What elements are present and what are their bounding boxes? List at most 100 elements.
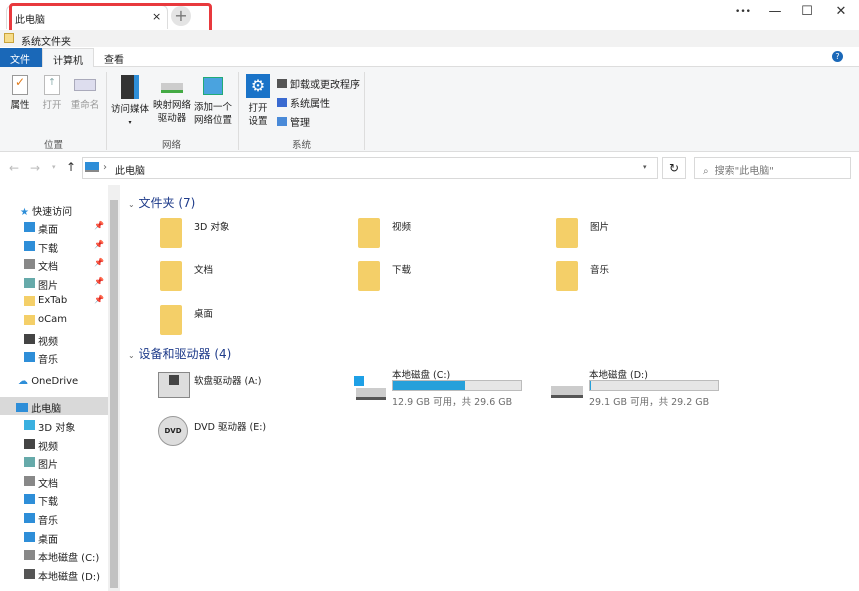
folder-label: 3D 对象 — [194, 222, 230, 233]
system-properties-button[interactable]: 系统属性 — [277, 95, 330, 110]
nav-quick-item[interactable]: 图片 📌 — [0, 274, 108, 292]
drive-space-text: 29.1 GB 可用，共 29.2 GB — [589, 397, 710, 408]
folder-item[interactable]: 音乐 — [554, 259, 704, 295]
nav-pc-item[interactable]: 音乐 — [0, 509, 108, 527]
add-network-location-button[interactable]: 添加一个 网络位置 — [193, 75, 233, 127]
search-icon: ⌕ — [703, 166, 709, 177]
drive-floppy[interactable]: 软盘驱动器 (A:) — [156, 370, 356, 406]
drive-label: 本地磁盘 (C:) — [392, 370, 451, 381]
folder-item[interactable]: 视频 — [356, 216, 506, 252]
pin-icon[interactable]: 📌 — [94, 295, 104, 304]
search-input[interactable]: ⌕ 搜索"此电脑" — [694, 157, 851, 179]
item-icon — [24, 438, 35, 449]
pin-icon[interactable]: 📌 — [94, 240, 104, 249]
pin-icon[interactable]: 📌 — [94, 258, 104, 267]
nav-pc-item[interactable]: 本地磁盘 (C:) — [0, 546, 108, 564]
drive-usage-fill — [393, 381, 466, 390]
back-button[interactable]: ← — [9, 161, 19, 175]
windows-logo-icon — [354, 376, 364, 386]
breadcrumb-this-pc[interactable]: 此电脑 — [115, 162, 145, 177]
pin-icon[interactable]: 📌 — [94, 277, 104, 286]
close-window-button[interactable]: ✕ — [826, 4, 856, 19]
pin-icon[interactable]: 📌 — [94, 221, 104, 230]
nav-this-pc[interactable]: 此电脑 — [0, 397, 108, 415]
drive-c[interactable]: 本地磁盘 (C:) 12.9 GB 可用，共 29.6 GB — [352, 366, 532, 408]
folders-section-header[interactable]: ⌄ 文件夹 (7) — [128, 194, 195, 211]
drive-label: 本地磁盘 (D:) — [589, 370, 648, 381]
item-icon — [24, 277, 35, 288]
system-properties-icon — [277, 98, 287, 107]
media-icon — [121, 75, 139, 99]
folder-label: 视频 — [392, 222, 412, 233]
folder-item[interactable]: 桌面 — [158, 303, 308, 339]
help-icon[interactable]: ? — [832, 51, 843, 62]
item-icon — [24, 568, 35, 579]
breadcrumb-chevron: › — [103, 162, 107, 173]
tab-view[interactable]: 查看 — [94, 48, 134, 67]
uninstall-program-button[interactable]: 卸载或更改程序 — [277, 76, 360, 91]
nav-pc-item[interactable]: 3D 对象 — [0, 416, 108, 434]
folder-label: 桌面 — [194, 309, 214, 320]
network-location-icon — [203, 77, 223, 95]
access-media-button[interactable]: 访问媒体 ▾ — [110, 75, 150, 129]
minimize-button[interactable]: — — [760, 4, 790, 19]
folder-icon — [556, 261, 578, 291]
nav-quick-item[interactable]: oCam — [0, 311, 108, 329]
more-button[interactable]: ••• — [728, 7, 758, 17]
tab-file[interactable]: 文件 — [0, 48, 42, 67]
item-icon — [24, 494, 35, 505]
ribbon-tabs: 文件 计算机 查看 ? — [0, 48, 859, 67]
folder-item[interactable]: 3D 对象 — [158, 216, 308, 252]
hard-drive-icon — [551, 386, 583, 398]
floppy-drive-icon — [158, 372, 190, 398]
drive-usage-bar — [392, 380, 522, 391]
map-network-drive-button[interactable]: 映射网络 驱动器 — [152, 75, 192, 125]
dvd-drive-icon: DVD — [158, 416, 188, 446]
folder-item[interactable]: 文档 — [158, 259, 308, 295]
drive-dvd[interactable]: DVD DVD 驱动器 (E:) — [156, 414, 356, 450]
folder-icon — [160, 218, 182, 248]
nav-pc-item[interactable]: 文档 — [0, 472, 108, 490]
up-button[interactable]: ↑ — [66, 160, 76, 174]
open-settings-button[interactable]: ⚙ 打开 设置 — [244, 74, 272, 128]
nav-onedrive[interactable]: ☁ OneDrive — [0, 373, 108, 391]
folder-icon — [4, 33, 14, 43]
nav-quick-item[interactable]: 文档 📌 — [0, 255, 108, 273]
nav-quick-item[interactable]: ExTab 📌 — [0, 292, 108, 310]
manage-button[interactable]: 管理 — [277, 114, 310, 129]
divider — [106, 72, 107, 150]
drive-space-text: 12.9 GB 可用，共 29.6 GB — [392, 397, 513, 408]
address-bar[interactable]: › 此电脑 ▾ — [82, 157, 658, 179]
properties-button[interactable]: ✓ 属性 — [6, 75, 34, 112]
recent-dropdown[interactable]: ▾ — [52, 163, 56, 171]
nav-pc-item[interactable]: 本地磁盘 (D:) — [0, 565, 108, 583]
address-dropdown-icon[interactable]: ▾ — [643, 163, 647, 171]
nav-pc-item[interactable]: 视频 — [0, 435, 108, 453]
open-button[interactable]: ↑ 打开 — [38, 75, 66, 112]
hard-drive-icon — [356, 388, 386, 400]
rename-button[interactable]: 重命名 — [68, 75, 102, 112]
tab-computer[interactable]: 计算机 — [42, 48, 94, 67]
nav-pc-item[interactable]: 桌面 — [0, 528, 108, 546]
chevron-down-icon: ⌄ — [128, 200, 135, 209]
nav-pc-item[interactable]: 下载 — [0, 490, 108, 508]
star-icon: ★ — [20, 207, 29, 218]
folder-item[interactable]: 图片 — [554, 216, 704, 252]
forward-button[interactable]: → — [30, 161, 40, 175]
scrollbar-thumb[interactable] — [110, 200, 118, 588]
nav-pc-item[interactable]: 图片 — [0, 453, 108, 471]
refresh-button[interactable]: ↻ — [662, 157, 686, 179]
nav-quick-item[interactable]: 下载 📌 — [0, 237, 108, 255]
bookmark-system-folders[interactable]: 系统文件夹 — [21, 33, 71, 48]
maximize-button[interactable]: ☐ — [792, 4, 822, 19]
folder-item[interactable]: 下载 — [356, 259, 506, 295]
item-icon — [24, 513, 35, 523]
nav-quick-item[interactable]: 音乐 — [0, 348, 108, 366]
computer-icon — [16, 403, 28, 412]
devices-section-header[interactable]: ⌄ 设备和驱动器 (4) — [128, 345, 231, 362]
item-icon — [24, 296, 35, 307]
nav-quick-access[interactable]: ★ 快速访问 — [0, 200, 108, 218]
drive-d[interactable]: 本地磁盘 (D:) 29.1 GB 可用，共 29.2 GB — [549, 366, 729, 408]
nav-quick-item[interactable]: 桌面 📌 — [0, 218, 108, 236]
nav-quick-item[interactable]: 视频 — [0, 330, 108, 348]
